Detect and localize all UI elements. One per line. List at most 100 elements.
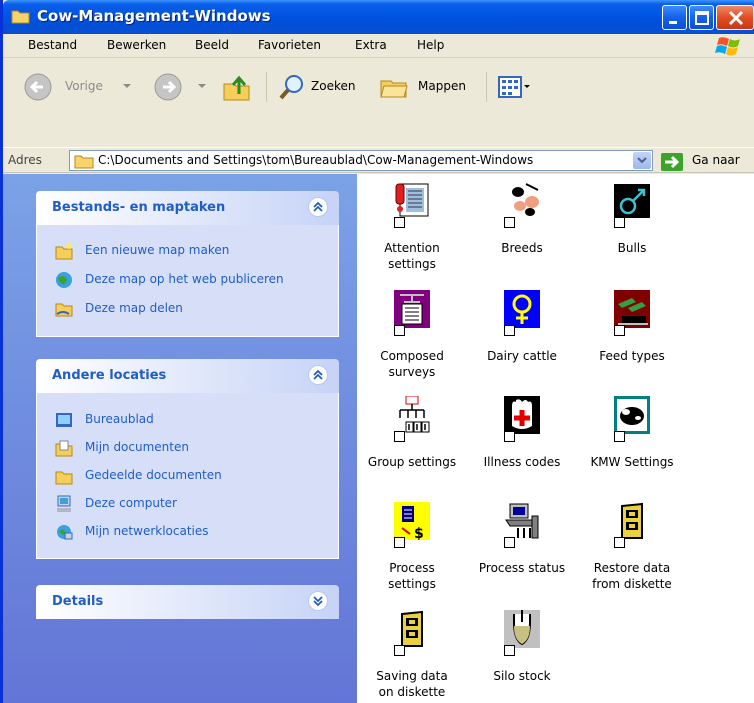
address-dropdown-button[interactable] <box>633 152 651 169</box>
up-folder-button[interactable] <box>221 72 257 102</box>
menu-bewerken[interactable]: Bewerken <box>107 38 166 52</box>
window-title: Cow-Management-Windows <box>37 7 271 25</box>
menu-extra[interactable]: Extra <box>355 38 387 52</box>
item-label: Saving data on diskette <box>376 669 448 699</box>
shortcut-arrow-icon <box>504 431 515 442</box>
item-label: Process status <box>478 561 566 575</box>
address-value: C:\Documents and Settings\tom\Bureaublad… <box>98 153 534 167</box>
explorer-window: Cow-Management-Windows Bestand Bewerken … <box>0 0 754 703</box>
item-label: Attention settings <box>384 241 440 271</box>
share-folder-icon <box>55 303 73 317</box>
details-panel: Details <box>36 585 339 619</box>
maximize-button[interactable] <box>689 5 714 30</box>
details-header[interactable]: Details <box>36 585 339 619</box>
search-button[interactable]: Zoeken <box>277 72 367 102</box>
chevron-up-icon <box>313 201 323 212</box>
folder-icon <box>74 155 94 169</box>
folders-icon <box>380 80 408 98</box>
item-label: Process settings <box>388 561 436 591</box>
shortcut-arrow-icon <box>614 431 625 442</box>
other-places-title: Andere locaties <box>52 368 167 383</box>
item-label: Composed surveys <box>380 349 444 379</box>
title-bar[interactable]: Cow-Management-Windows <box>3 0 754 34</box>
item-label: Group settings <box>367 455 457 469</box>
desktop-icon <box>56 413 72 427</box>
maximize-icon <box>695 11 709 25</box>
file-tasks-title: Bestands- en maptaken <box>52 200 226 215</box>
computer-icon <box>57 495 71 512</box>
task-label: Een nieuwe map maken <box>85 243 230 257</box>
search-label: Zoeken <box>311 79 356 93</box>
place-label: Bureaublad <box>85 412 154 426</box>
shortcut-arrow-icon <box>394 645 405 656</box>
address-input[interactable]: C:\Documents and Settings\tom\Bureaublad… <box>69 150 653 171</box>
minimize-button[interactable] <box>662 5 687 30</box>
views-button[interactable] <box>496 72 544 102</box>
shortcut-arrow-icon <box>614 217 625 228</box>
shortcut-arrow-icon <box>504 325 515 336</box>
menu-help[interactable]: Help <box>417 38 444 52</box>
documents-icon <box>55 440 73 457</box>
up-folder-icon <box>223 75 250 101</box>
chevron-down-icon <box>637 157 647 164</box>
network-icon <box>57 525 73 540</box>
item-label: Restore data from diskette <box>592 561 672 591</box>
views-icon <box>498 76 530 98</box>
new-folder-icon <box>55 243 73 260</box>
file-tasks-body: Een nieuwe map maken Deze map op het web… <box>36 225 339 337</box>
globe-icon <box>56 272 72 288</box>
item-label: Feed types <box>599 349 665 363</box>
expand-button[interactable] <box>308 591 328 611</box>
address-bar: Adres C:\Documents and Settings\tom\Bure… <box>3 147 754 173</box>
go-arrow-icon <box>661 153 683 171</box>
svg-text:$: $ <box>414 526 424 542</box>
item-label: KMW Settings <box>590 455 674 469</box>
search-icon <box>279 75 303 100</box>
file-tasks-header[interactable]: Bestands- en maptaken <box>36 191 339 225</box>
menu-bar: Bestand Bewerken Beeld Favorieten Extra … <box>3 34 754 58</box>
place-label: Mijn documenten <box>85 440 189 454</box>
details-title: Details <box>52 594 104 609</box>
go-button[interactable]: Ga naar <box>660 152 740 172</box>
collapse-button[interactable] <box>308 365 328 385</box>
shortcut-arrow-icon <box>394 217 405 228</box>
shortcut-arrow-icon <box>394 537 405 548</box>
chevron-up-icon <box>313 369 323 380</box>
menu-beeld[interactable]: Beeld <box>195 38 229 52</box>
item-label: Silo stock <box>493 669 551 683</box>
go-label: Ga naar <box>692 153 740 167</box>
forward-button[interactable] <box>153 72 213 102</box>
file-tasks-panel: Bestands- en maptaken Een nieuwe map mak… <box>36 191 339 337</box>
place-label: Deze computer <box>85 496 177 510</box>
shortcut-arrow-icon <box>504 645 515 656</box>
windows-logo-icon <box>715 37 740 56</box>
folders-button[interactable]: Mappen <box>378 72 478 102</box>
address-label: Adres <box>8 153 42 167</box>
back-label: Vorige <box>65 79 103 93</box>
forward-arrow-icon <box>154 73 182 101</box>
place-label: Gedeelde documenten <box>85 468 222 482</box>
item-label: Breeds <box>501 241 543 255</box>
close-button[interactable] <box>716 5 754 30</box>
collapse-button[interactable] <box>308 197 328 217</box>
file-list: Attention settings Breeds Bulls Composed… <box>357 174 754 703</box>
other-places-header[interactable]: Andere locaties <box>36 359 339 393</box>
folder-icon <box>11 10 30 24</box>
shortcut-arrow-icon <box>614 325 625 336</box>
chevron-down-icon <box>198 84 206 88</box>
back-arrow-icon <box>24 73 52 101</box>
chevron-down-icon <box>123 84 131 88</box>
place-label: Mijn netwerklocaties <box>85 524 209 538</box>
item-label: Dairy cattle <box>487 349 557 363</box>
back-button[interactable]: Vorige <box>23 72 133 102</box>
task-label: Deze map delen <box>85 301 183 315</box>
close-icon <box>728 10 744 26</box>
shortcut-arrow-icon <box>394 325 405 336</box>
shortcut-arrow-icon <box>504 537 515 548</box>
shortcut-arrow-icon <box>394 431 405 442</box>
folder-icon <box>55 471 73 485</box>
menu-bestand[interactable]: Bestand <box>28 38 77 52</box>
folders-label: Mappen <box>418 79 466 93</box>
shortcut-arrow-icon <box>614 537 625 548</box>
menu-favorieten[interactable]: Favorieten <box>258 38 321 52</box>
